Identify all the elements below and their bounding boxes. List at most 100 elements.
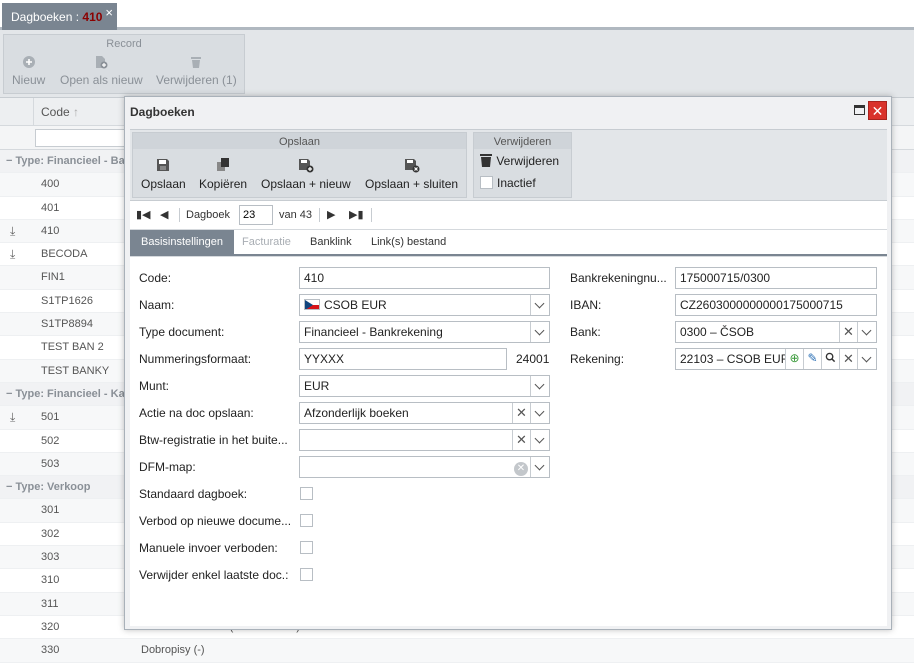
dfm-label: DFM-map: [139, 460, 196, 474]
save-close-button[interactable]: Opslaan + sluiten [365, 157, 458, 191]
cell-code: 401 [41, 201, 60, 214]
document-tab-number: 410 [82, 10, 103, 24]
record-group: Record Nieuw Open als nieuw Verwijderen … [3, 34, 245, 94]
save-group: Opslaan Opslaan Kopiëren Opslaan + nieuw… [132, 132, 467, 198]
naam-label: Naam: [139, 298, 175, 312]
inactive-checkbox[interactable] [480, 176, 493, 189]
basic-settings-form: Code: 410 Naam: CSOB EUR Type document: … [130, 256, 887, 626]
chevron-down-icon[interactable] [530, 295, 549, 315]
iban-label: IBAN: [570, 298, 602, 312]
chevron-down-icon[interactable] [857, 349, 876, 369]
cell-code: 311 [41, 597, 59, 610]
dfm-select[interactable]: ✕ [299, 456, 550, 478]
type-document-value: Financieel - Bankrekening [304, 325, 443, 339]
chevron-down-icon[interactable] [857, 322, 876, 342]
group-label: − Type: Financieel - Ka [6, 388, 125, 400]
chevron-down-icon[interactable] [530, 457, 549, 477]
copy-button[interactable]: Kopiëren [199, 157, 247, 191]
edit-icon[interactable]: ✎ [803, 349, 821, 369]
document-tab[interactable]: Dagboeken : 410 × [2, 3, 117, 30]
open-as-new-button[interactable]: Open als nieuw [60, 55, 143, 87]
verbod-label: Verbod op nieuwe docume... [139, 514, 292, 528]
cell-code: TEST BAN 2 [41, 341, 104, 354]
dialog-delete-button[interactable]: Verwijderen [479, 153, 559, 168]
code-label: Code: [139, 271, 172, 285]
cell-code: 303 [41, 551, 60, 564]
save-new-button[interactable]: Opslaan + nieuw [261, 157, 351, 191]
add-circle-icon[interactable]: ⊕ [785, 349, 803, 369]
close-dialog-button[interactable]: ✕ [868, 101, 887, 120]
bank-select[interactable]: 0300 – ČSOB ✕ [675, 321, 877, 343]
actie-value: Afzonderlijk boeken [304, 406, 409, 420]
clear-icon[interactable]: ✕ [512, 430, 530, 450]
chevron-down-icon[interactable] [530, 322, 549, 342]
verwijder-checkbox[interactable] [300, 568, 313, 581]
inactive-toggle[interactable]: Inactief [480, 176, 536, 190]
clear-icon[interactable]: ✕ [512, 403, 530, 423]
btw-select[interactable]: ✕ [299, 429, 550, 451]
first-record-icon[interactable]: ▮◀ [136, 208, 151, 221]
nav-separator [319, 208, 320, 222]
cell-code: 330 [41, 644, 60, 657]
previous-record-icon[interactable]: ◀ [160, 208, 168, 221]
save-new-button-label: Opslaan + nieuw [261, 177, 351, 191]
close-tab-icon[interactable]: × [105, 5, 113, 20]
save-button[interactable]: Opslaan [141, 157, 186, 191]
bankrekening-label: Bankrekeningnu... [570, 271, 667, 285]
save-group-title: Opslaan [133, 133, 466, 149]
maximize-icon[interactable] [854, 105, 865, 115]
nav-journal-label: Dagboek [186, 209, 231, 221]
munt-select[interactable]: EUR [299, 375, 550, 397]
dialog-toolbar: Opslaan Opslaan Kopiëren Opslaan + nieuw… [130, 129, 887, 201]
cell-code: S1TP8894 [41, 318, 93, 331]
cell-code: 302 [41, 527, 60, 540]
naam-select[interactable]: CSOB EUR [299, 294, 550, 316]
search-icon[interactable] [821, 349, 839, 369]
code-filter-input[interactable] [35, 129, 135, 147]
cell-code: 320 [41, 620, 60, 633]
type-document-select[interactable]: Financieel - Bankrekening [299, 321, 550, 343]
standaard-label: Standaard dagboek: [139, 487, 248, 501]
standaard-checkbox[interactable] [300, 487, 313, 500]
delete-button[interactable]: Verwijderen (1) [156, 55, 237, 87]
record-count: van 43 [279, 209, 313, 221]
iban-field[interactable]: CZ2603000000000175000715 [675, 294, 877, 316]
actie-select[interactable]: Afzonderlijk boeken ✕ [299, 402, 550, 424]
cell-description: Dobropisy (-) [141, 644, 205, 657]
group-label-text: Type: Financieel - Ba [15, 155, 125, 167]
cell-code: TEST BANKY [41, 364, 110, 377]
chevron-down-icon[interactable] [530, 430, 549, 450]
code-field[interactable]: 410 [299, 267, 550, 289]
next-record-icon[interactable]: ▶ [327, 208, 335, 221]
manuele-checkbox[interactable] [300, 541, 313, 554]
record-number-input[interactable] [239, 205, 273, 225]
clear-circle-icon[interactable]: ✕ [512, 457, 530, 477]
verbod-checkbox[interactable] [300, 514, 313, 527]
tab-banklink[interactable]: Banklink [299, 230, 363, 254]
tab-basisinstellingen[interactable]: Basisinstellingen [130, 230, 234, 254]
dialog-delete-label: Verwijderen [496, 154, 560, 168]
nummering-preview: 24001 [516, 352, 550, 366]
rekening-select[interactable]: 22103 – CSOB EUR- ⊕ ✎ ✕ [675, 348, 877, 370]
chevron-down-icon[interactable] [530, 376, 549, 396]
group-label-text: Type: Financieel - Ka [15, 387, 125, 400]
save-icon [157, 159, 170, 171]
download-icon: ⤓ [10, 223, 16, 238]
chevron-down-icon[interactable] [530, 403, 549, 423]
cell-code: 502 [41, 434, 60, 447]
new-button[interactable]: Nieuw [12, 55, 45, 87]
inactive-label: Inactief [497, 176, 536, 190]
munt-label: Munt: [139, 379, 170, 393]
rekening-value: 22103 – CSOB EUR- [680, 352, 794, 366]
nummering-field[interactable]: YYXXX [299, 348, 507, 370]
clear-icon[interactable]: ✕ [839, 349, 857, 369]
save-close-button-label: Opslaan + sluiten [365, 177, 459, 191]
last-record-icon[interactable]: ▶▮ [349, 208, 364, 221]
group-label: − Type: Verkoop [6, 481, 90, 493]
bankrekening-field[interactable]: 175000715/0300 [675, 267, 877, 289]
column-code[interactable]: Code ↑ [41, 105, 79, 119]
clear-icon[interactable]: ✕ [839, 322, 857, 342]
tab-links-bestand[interactable]: Link(s) bestand [360, 230, 457, 254]
actie-label: Actie na doc opslaan: [139, 406, 254, 420]
table-row[interactable]: 330 Dobropisy (-) [0, 639, 914, 663]
